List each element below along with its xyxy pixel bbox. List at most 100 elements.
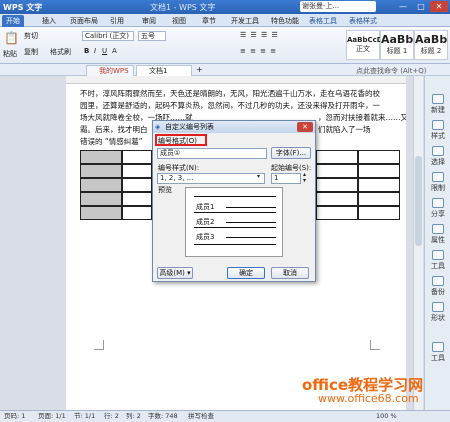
bold-icon[interactable]: B [84,47,89,55]
font-size-select[interactable]: 五号 [138,31,166,41]
table-cell[interactable] [358,178,400,192]
paragraph-tools-icon[interactable]: ☰ ☰ ☰ ☰ [240,31,279,39]
table-cell[interactable] [316,206,358,220]
panel-shape[interactable]: 形状 [425,302,450,323]
ok-button[interactable]: 确定 [227,267,265,279]
custom-numbering-dialog[interactable]: 自定义编号列表 ◈ ✕ 编号格式(O) 成员① 字体(F)... 编号样式(N)… [152,120,316,282]
tab-chapter[interactable]: 章节 [198,15,220,27]
number-style-select[interactable]: 1, 2, 3, ... [157,173,265,184]
panel-tools[interactable]: 工具 [425,250,450,271]
panel-share[interactable]: 分享 [425,198,450,219]
panel-new[interactable]: 新建 [425,94,450,115]
panel-tools-2[interactable]: 工具 [425,342,450,363]
table-cell[interactable] [80,206,122,220]
panel-properties[interactable]: 属性 [425,224,450,245]
tab-table-style[interactable]: 表格样式 [346,15,380,27]
table-cell[interactable] [80,192,122,206]
menu-bar: 开始 插入 页面布局 引用 审阅 视图 章节 开发工具 特色功能 表格工具 表格… [0,14,450,27]
underline-icon[interactable]: U [102,47,107,55]
horizontal-ruler [66,76,406,84]
preview-line [226,237,276,238]
tab-my-wps[interactable]: 我的WPS [86,65,134,76]
table-cell[interactable] [316,192,358,206]
table-cell[interactable] [316,164,358,178]
style-normal[interactable]: AaBbCcDd 正文 [346,30,388,60]
dialog-close-button[interactable]: ✕ [297,122,313,132]
command-search[interactable]: 点此查找命令 (Alt+Q) [356,66,427,76]
new-tab-button[interactable]: + [196,65,203,74]
panel-select[interactable]: 选择 [425,146,450,167]
preview-line [194,244,276,245]
tab-developer[interactable]: 开发工具 [228,15,262,27]
table-cell[interactable] [358,150,400,164]
preview-line [194,227,276,228]
paragraph-line: 霜。后来，找才明白 [80,125,148,134]
advanced-button[interactable]: 高级(M) ▾ [157,267,193,279]
document-title: 文档1 - WPS 文字 [150,3,216,12]
alignment-icon[interactable]: ≡ ≡ ≡ ≡ [240,47,277,55]
status-column: 列: 2 [126,412,141,420]
table-cell[interactable] [80,150,122,164]
number-format-input[interactable]: 成员① [157,148,267,159]
italic-icon[interactable]: I [94,47,96,55]
table-cell[interactable] [358,164,400,178]
table-cell[interactable] [316,150,358,164]
panel-style[interactable]: 样式 [425,120,450,141]
paste-button[interactable]: 粘贴 [3,49,17,59]
paragraph-line: ，忽而对扶接着就来……又忽而对我冷若冰 [318,113,406,122]
status-bar: 页码: 1 页面: 1/1 节: 1/1 行: 2 列: 2 字数: 748 拼… [0,410,450,422]
cut-button[interactable]: 剪切 [24,31,38,41]
preview-item: 成员1 [196,203,215,211]
tab-document1[interactable]: 文档1 [136,65,192,76]
spinner-arrows-icon[interactable]: ▴ ▾ [303,172,306,184]
vertical-scrollbar[interactable] [413,76,423,410]
table-cell[interactable] [80,178,122,192]
dialog-title: 自定义编号列表 [153,121,315,133]
paragraph-line: 园里，还算是舒适的，起码不算炎热，忽然间，不过几秒的功夫，还没来得及打开雨伞，一 [80,101,380,110]
table-cell[interactable] [316,178,358,192]
preview-item: 成员2 [196,218,215,226]
panel-backup[interactable]: 备份 [425,276,450,297]
chevron-down-icon[interactable]: ▾ [257,173,260,180]
tab-features[interactable]: 特色功能 [268,15,302,27]
zoom-level[interactable]: 100 % [376,411,397,422]
table-cell[interactable] [80,164,122,178]
start-number-spinner[interactable]: 1 [271,173,301,184]
table-cell[interactable] [122,150,152,164]
copy-button[interactable]: 复制 [24,47,38,57]
properties-icon [432,224,444,234]
user-account[interactable]: 谢张曼-上... [300,1,376,12]
table-cell[interactable] [122,164,152,178]
maximize-button[interactable]: □ [412,1,430,12]
font-name-select[interactable]: Calibri (正文) [82,31,134,41]
panel-restrict[interactable]: 限制 [425,172,450,193]
document-tab-bar: 我的WPS 文档1 + 点此查找命令 (Alt+Q) [0,64,450,76]
style-heading-2[interactable]: AaBb 标题 2 [414,30,448,60]
right-task-panel: 新建 样式 选择 限制 分享 属性 工具 备份 形状 工具 [424,76,450,410]
minimize-button[interactable]: — [394,1,412,12]
scrollbar-thumb[interactable] [415,156,422,246]
tab-table-tools[interactable]: 表格工具 [306,15,340,27]
tab-references[interactable]: 引用 [106,15,128,27]
table-cell[interactable] [358,192,400,206]
table-cell[interactable] [122,206,152,220]
font-color-icon[interactable]: A [112,47,117,55]
tab-insert[interactable]: 插入 [38,15,60,27]
format-painter-button[interactable]: 格式刷 [50,47,71,57]
tab-home[interactable]: 开始 [2,15,24,27]
share-icon [432,198,444,208]
cancel-button[interactable]: 取消 [271,267,309,279]
style-heading-1[interactable]: AaBb 标题 1 [380,30,414,60]
status-word-count[interactable]: 字数: 748 [148,411,178,422]
status-spellcheck[interactable]: 拼写检查 [188,411,214,422]
table-cell[interactable] [358,206,400,220]
table-cell[interactable] [122,178,152,192]
status-row: 行: 2 [104,412,119,420]
tab-page-layout[interactable]: 页面布局 [68,15,100,27]
close-button[interactable]: ✕ [430,1,448,12]
tab-review[interactable]: 审阅 [138,15,160,27]
tab-view[interactable]: 视图 [168,15,190,27]
style-icon [432,120,444,130]
font-button[interactable]: 字体(F)... [271,147,311,159]
table-cell[interactable] [122,192,152,206]
